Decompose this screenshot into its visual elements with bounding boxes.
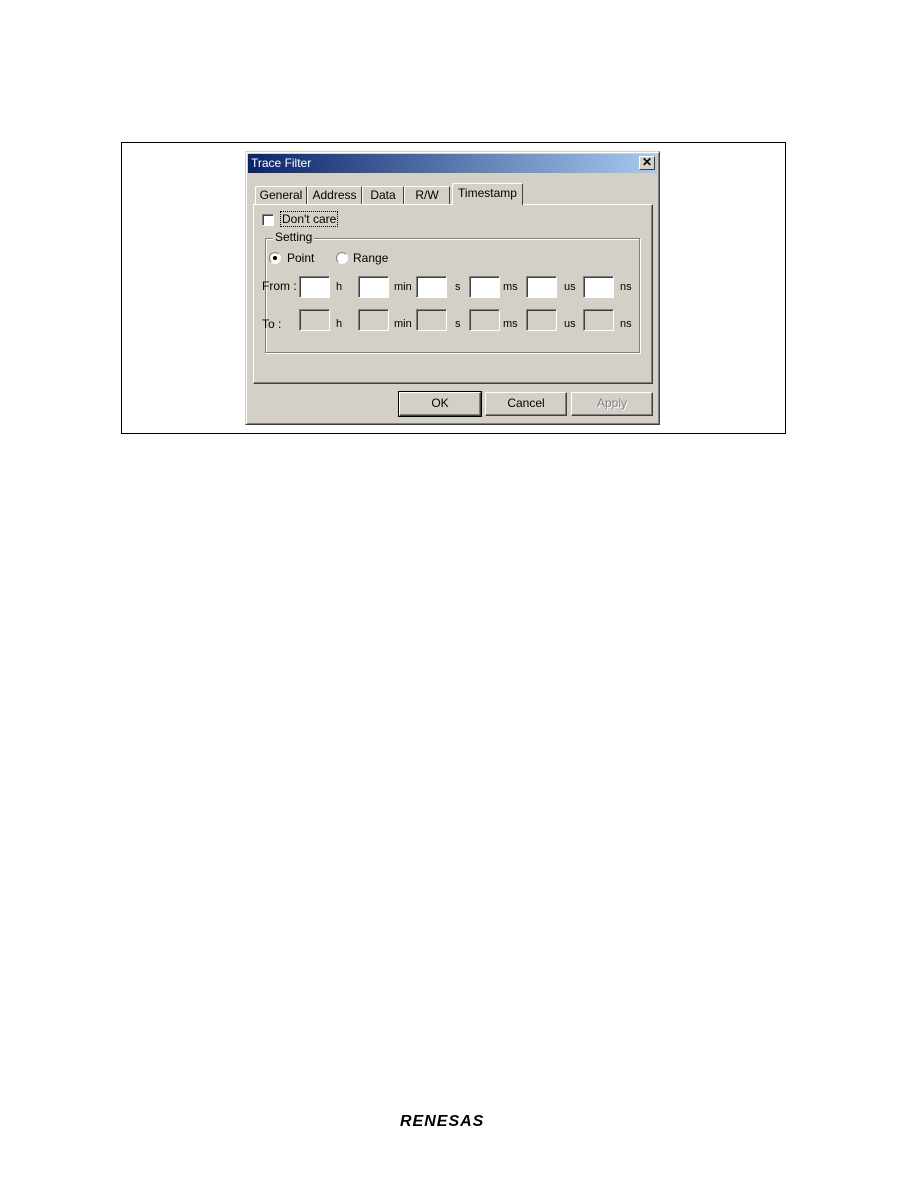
close-button[interactable]: ✕ — [639, 156, 655, 170]
cancel-button[interactable]: Cancel — [485, 392, 567, 416]
from-label: From : — [262, 279, 297, 293]
ok-button[interactable]: OK — [398, 391, 482, 417]
from-unit-min: min — [394, 281, 412, 293]
to-unit-us: us — [564, 318, 576, 330]
to-ns-input — [583, 309, 614, 331]
to-us-input — [526, 309, 557, 331]
to-label: To : — [262, 317, 282, 331]
from-minutes-input[interactable] — [358, 276, 389, 298]
renesas-logo: RENESAS — [400, 1113, 485, 1130]
title-bar[interactable]: Trace Filter ✕ — [248, 154, 657, 173]
tab-data[interactable]: Data — [362, 186, 404, 204]
tab-timestamp[interactable]: Timestamp — [452, 183, 523, 205]
setting-group-label: Setting — [273, 230, 315, 244]
from-ns-input[interactable] — [583, 276, 614, 298]
from-seconds-input[interactable] — [416, 276, 447, 298]
to-minutes-input — [358, 309, 389, 331]
tab-address[interactable]: Address — [307, 186, 362, 204]
to-unit-ms: ms — [503, 318, 518, 330]
radio-point[interactable] — [269, 252, 281, 264]
to-unit-s: s — [455, 318, 461, 330]
close-icon: ✕ — [641, 155, 653, 169]
trace-filter-dialog: Trace Filter ✕ General Address Data R/W … — [245, 151, 660, 425]
to-seconds-input — [416, 309, 447, 331]
radio-point-label[interactable]: Point — [287, 251, 314, 265]
dont-care-label[interactable]: Don't care — [279, 211, 339, 227]
to-unit-min: min — [394, 318, 412, 330]
from-unit-h: h — [336, 281, 343, 293]
from-us-input[interactable] — [526, 276, 557, 298]
to-unit-h: h — [336, 318, 343, 330]
dont-care-checkbox[interactable] — [262, 214, 274, 226]
to-unit-ns: ns — [620, 318, 632, 330]
tab-rw[interactable]: R/W — [404, 186, 450, 204]
from-unit-ns: ns — [620, 281, 632, 293]
to-ms-input — [469, 309, 500, 331]
timestamp-panel: Don't care Setting Point Range From : h … — [253, 204, 653, 384]
from-hours-input[interactable] — [299, 276, 330, 298]
from-unit-ms: ms — [503, 281, 518, 293]
to-hours-input — [299, 309, 330, 331]
from-unit-us: us — [564, 281, 576, 293]
from-ms-input[interactable] — [469, 276, 500, 298]
radio-range[interactable] — [336, 252, 348, 264]
radio-range-label[interactable]: Range — [353, 251, 388, 265]
from-unit-s: s — [455, 281, 461, 293]
tab-general[interactable]: General — [255, 186, 307, 204]
dialog-title: Trace Filter — [251, 156, 312, 170]
apply-button: Apply — [571, 392, 653, 416]
